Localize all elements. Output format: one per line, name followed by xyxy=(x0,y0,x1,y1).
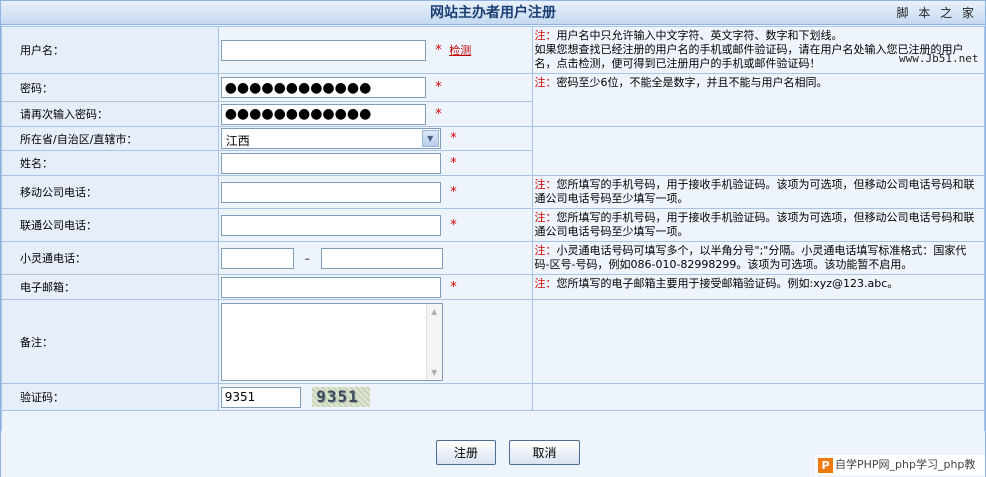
captcha-input[interactable] xyxy=(220,386,301,408)
email-cell: * xyxy=(217,274,533,300)
required-mark: * xyxy=(450,279,457,295)
province-cell: 江西 ▼ * xyxy=(217,126,533,151)
title-bar: 网站主办者用户注册 脚 本 之 家 xyxy=(1,1,985,25)
captcha-label: 验证码： xyxy=(1,383,219,411)
email-note-text: 您所填写的电子邮箱主要用于接受邮箱验证码。例如:xyz@123.abc。 xyxy=(556,277,899,290)
password-confirm-input[interactable] xyxy=(220,103,426,125)
remark-note-empty xyxy=(531,299,986,384)
registration-form: 用户名： * 检测 注：用户名中只允许输入中文字符、英文字符、数字和下划线。 如… xyxy=(1,26,986,441)
required-mark: * xyxy=(450,184,457,200)
unicom-label: 联通公司电话： xyxy=(1,208,219,242)
phs-area-code-input[interactable] xyxy=(220,247,294,269)
remark-label: 备注： xyxy=(1,299,219,384)
captcha-image[interactable]: 9351 xyxy=(312,387,371,407)
form-row-captcha: 验证码： 9351 xyxy=(1,383,986,411)
username-label: 用户名： xyxy=(1,26,219,74)
form-row-remark: 备注： ▲ ▼ xyxy=(1,299,986,384)
password-input[interactable] xyxy=(220,77,426,98)
form-row-email: 电子邮箱： * 注：您所填写的电子邮箱主要用于接受邮箱验证码。例如:xyz@12… xyxy=(1,274,986,300)
site-badge-text: 自学PHP网_php学习_php教 xyxy=(835,458,976,471)
cancel-button[interactable]: 取消 xyxy=(509,440,580,465)
name-cell: * xyxy=(217,150,533,176)
province-name-note-empty xyxy=(531,126,986,176)
page-title: 网站主办者用户注册 xyxy=(430,5,556,21)
captcha-cell: 9351 xyxy=(217,383,533,411)
form-row-unicom: 联通公司电话： * 注：您所填写的手机号码，用于接收手机验证码。该项为可选项，但… xyxy=(1,208,986,242)
phs-separator: – xyxy=(304,251,310,265)
province-select[interactable]: 江西 ▼ xyxy=(220,128,441,149)
php-site-logo-icon: P xyxy=(818,457,833,473)
username-note: 注：用户名中只允许输入中文字符、英文字符、数字和下划线。 如果您想查找已经注册的… xyxy=(531,26,986,74)
note-prefix: 注： xyxy=(534,244,557,257)
remark-scrollbar[interactable]: ▲ ▼ xyxy=(425,303,442,380)
unicom-cell: * xyxy=(217,208,533,242)
required-mark: * xyxy=(435,80,442,95)
watermark-url: www.Jb51.net xyxy=(899,51,979,65)
form-row-mobile: 移动公司电话： * 注：您所填写的手机号码，用于接收手机验证码。该项为可选项，但… xyxy=(1,175,986,209)
name-input[interactable] xyxy=(220,152,441,174)
mobile-input[interactable] xyxy=(220,181,441,203)
email-label: 电子邮箱： xyxy=(1,274,219,300)
name-label: 姓名： xyxy=(1,150,219,176)
button-row: 注册 取消 P 自学PHP网_php学习_php教 xyxy=(1,431,985,477)
email-note: 注：您所填写的电子邮箱主要用于接受邮箱验证码。例如:xyz@123.abc。 xyxy=(531,274,986,300)
check-username-link[interactable]: 检测 xyxy=(449,44,471,57)
password-note: 注：密码至少6位，不能全是数字，并且不能与用户名相同。 xyxy=(531,73,986,127)
phs-label: 小灵通电话： xyxy=(1,241,219,275)
scroll-up-arrow-icon[interactable]: ▲ xyxy=(427,304,442,319)
chevron-down-icon[interactable]: ▼ xyxy=(421,130,439,147)
province-selected-value: 江西 xyxy=(225,134,250,148)
form-row-province: 所在省/自治区/直辖市： 江西 ▼ * xyxy=(1,126,986,176)
phs-note-text: 小灵通电话号码可填写多个，以半角分号";"分隔。小灵通电话填写标准格式：国家代码… xyxy=(534,244,967,271)
note-prefix: 注： xyxy=(534,76,557,89)
required-mark: * xyxy=(435,42,442,58)
scroll-down-arrow-icon[interactable]: ▼ xyxy=(427,365,442,380)
mobile-note-text: 您所填写的手机号码，用于接收手机验证码。该项为可选项，但移动公司电话号码和联通公… xyxy=(534,178,975,205)
phs-note: 注：小灵通电话号码可填写多个，以半角分号";"分隔。小灵通电话填写标准格式：国家… xyxy=(531,241,986,275)
unicom-note-text: 您所填写的手机号码，用于接收手机验证码。该项为可选项，但移动公司电话号码和联通公… xyxy=(534,211,975,238)
username-cell: * 检测 xyxy=(217,26,533,74)
phs-number-input[interactable] xyxy=(320,247,443,269)
username-note-text: 用户名中只允许输入中文字符、英文字符、数字和下划线。 xyxy=(556,29,843,42)
registration-page: 网站主办者用户注册 脚 本 之 家 用户名： * 检测 注：用户名中只允许输入中… xyxy=(0,0,986,477)
form-row-phs: 小灵通电话： – 注：小灵通电话号码可填写多个，以半角分号";"分隔。小灵通电话… xyxy=(1,241,986,275)
site-badge: P 自学PHP网_php学习_php教 xyxy=(815,455,985,475)
note-prefix: 注： xyxy=(534,277,557,290)
mobile-label: 移动公司电话： xyxy=(1,175,219,209)
captcha-image-text: 9351 xyxy=(316,387,359,406)
note-prefix: 注： xyxy=(534,29,557,42)
password-confirm-label: 请再次输入密码： xyxy=(1,101,219,127)
register-button[interactable]: 注册 xyxy=(436,440,496,465)
unicom-input[interactable] xyxy=(220,214,441,236)
captcha-note-empty xyxy=(531,383,986,411)
mobile-note: 注：您所填写的手机号码，用于接收手机验证码。该项为可选项，但移动公司电话号码和联… xyxy=(531,175,986,209)
form-row-password: 密码： * 注：密码至少6位，不能全是数字，并且不能与用户名相同。 xyxy=(1,73,986,127)
password-note-text: 密码至少6位，不能全是数字，并且不能与用户名相同。 xyxy=(556,76,828,89)
note-prefix: 注： xyxy=(534,211,557,224)
password-confirm-cell: * xyxy=(217,101,533,127)
note-prefix: 注： xyxy=(534,178,557,191)
province-label: 所在省/自治区/直辖市： xyxy=(1,126,219,151)
required-mark: * xyxy=(450,155,457,171)
phs-cell: – xyxy=(217,241,533,275)
required-mark: * xyxy=(435,106,442,122)
remark-cell: ▲ ▼ xyxy=(217,299,533,384)
mobile-cell: * xyxy=(217,175,533,209)
username-input[interactable] xyxy=(220,39,426,61)
form-row-username: 用户名： * 检测 注：用户名中只允许输入中文字符、英文字符、数字和下划线。 如… xyxy=(1,26,986,74)
password-cell: * xyxy=(217,73,533,102)
required-mark: * xyxy=(450,131,457,146)
remark-textarea[interactable]: ▲ ▼ xyxy=(220,302,443,381)
email-input[interactable] xyxy=(220,276,441,298)
password-label: 密码： xyxy=(1,73,219,102)
unicom-note: 注：您所填写的手机号码，用于接收手机验证码。该项为可选项，但移动公司电话号码和联… xyxy=(531,208,986,242)
watermark-text: 脚 本 之 家 xyxy=(896,6,977,20)
required-mark: * xyxy=(450,217,457,233)
